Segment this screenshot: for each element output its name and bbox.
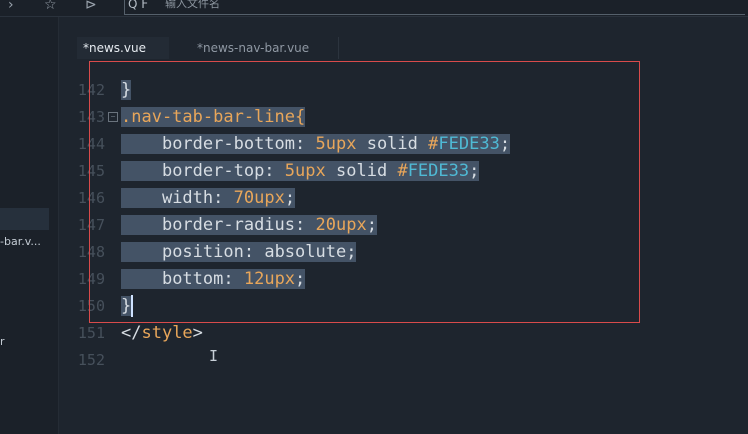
line-number: 144 <box>77 135 105 153</box>
css-value: 5upx <box>315 134 357 154</box>
line-number: 143 <box>77 108 105 126</box>
css-value: absolute <box>264 242 347 262</box>
css-property: border-bottom: <box>161 134 306 154</box>
css-value: 12upx <box>243 269 296 289</box>
css-property: border-radius: <box>161 215 306 235</box>
css-selector: .nav-tab-bar-line{ <box>121 107 306 127</box>
css-value: 70upx <box>233 188 285 208</box>
line-number: 146 <box>77 189 105 207</box>
line-number: 152 <box>77 351 105 369</box>
semicolon: ; <box>499 134 511 154</box>
code-editor[interactable]: 142 143 144 145 146 147 148 149 150 151 … <box>59 60 748 434</box>
text-cursor <box>131 295 134 317</box>
code-line-149: bottom: 12upx; <box>121 266 306 293</box>
sidebar-file-item[interactable]: -bar.v... <box>0 235 41 248</box>
search-placeholder: 输入文件名 <box>165 0 220 10</box>
line-number: 145 <box>77 162 105 180</box>
code-line-142: } <box>121 77 132 104</box>
css-property: border-top: <box>161 161 275 181</box>
editor-tabs: *news.vue *news-nav-bar.vue <box>59 37 748 59</box>
code-token: } <box>121 80 132 100</box>
line-number: 148 <box>77 243 105 261</box>
tab-news-vue[interactable]: *news.vue <box>77 37 169 59</box>
line-number: 151 <box>77 324 105 342</box>
css-property: position: <box>161 242 255 262</box>
sidebar-item-partial[interactable]: r <box>0 335 5 348</box>
tab-news-nav-bar-vue[interactable]: *news-nav-bar.vue <box>191 37 339 59</box>
code-line-151: </style> <box>121 320 203 347</box>
css-value: 20upx <box>315 215 367 235</box>
semicolon: ; <box>469 161 480 181</box>
star-icon[interactable]: ☆ <box>44 0 57 14</box>
code-line-143: .nav-tab-bar-line{ <box>121 104 306 131</box>
color-hash: # <box>428 134 439 154</box>
code-line-146: width: 70upx; <box>121 185 296 212</box>
color-hex: FEDE33 <box>438 134 500 154</box>
css-value: solid <box>336 161 388 181</box>
css-property: width: <box>161 188 224 208</box>
line-number: 150 <box>77 297 105 315</box>
code-line-150: } <box>121 293 134 320</box>
semicolon: ; <box>346 242 357 262</box>
line-number: 149 <box>77 270 105 288</box>
sidebar-selected-item[interactable] <box>0 208 49 230</box>
code-line-147: border-radius: 20upx; <box>121 212 377 239</box>
code-line-148: position: absolute; <box>121 239 357 266</box>
code-line-145: border-top: 5upx solid #FEDE33; <box>121 158 480 185</box>
css-value: solid <box>366 134 418 154</box>
color-hex: FEDE33 <box>407 161 470 181</box>
search-icon: Q F <box>128 0 149 11</box>
color-hash: # <box>397 161 408 181</box>
code-token: </ <box>121 323 142 343</box>
code-token: } <box>121 296 132 316</box>
html-tag: style <box>141 323 193 343</box>
fold-toggle-icon[interactable]: − <box>108 112 118 122</box>
css-value: 5upx <box>284 161 326 181</box>
code-token: > <box>192 323 203 343</box>
css-property: bottom: <box>161 269 234 289</box>
semicolon: ; <box>366 215 377 235</box>
semicolon: ; <box>295 269 306 289</box>
top-toolbar: › ☆ ⊳ Q F 输入文件名 <box>0 0 748 17</box>
line-number: 142 <box>77 81 105 99</box>
project-sidebar: -bar.v... r <box>0 17 59 434</box>
file-search-input[interactable]: Q F 输入文件名 <box>124 0 745 15</box>
mouse-ibeam-icon: I <box>209 347 219 365</box>
code-line-144: border-bottom: 5upx solid #FEDE33; <box>121 131 511 158</box>
play-icon[interactable]: ⊳ <box>85 0 97 14</box>
line-number: 147 <box>77 216 105 234</box>
chevron-right-icon[interactable]: › <box>8 0 14 14</box>
semicolon: ; <box>284 188 296 208</box>
